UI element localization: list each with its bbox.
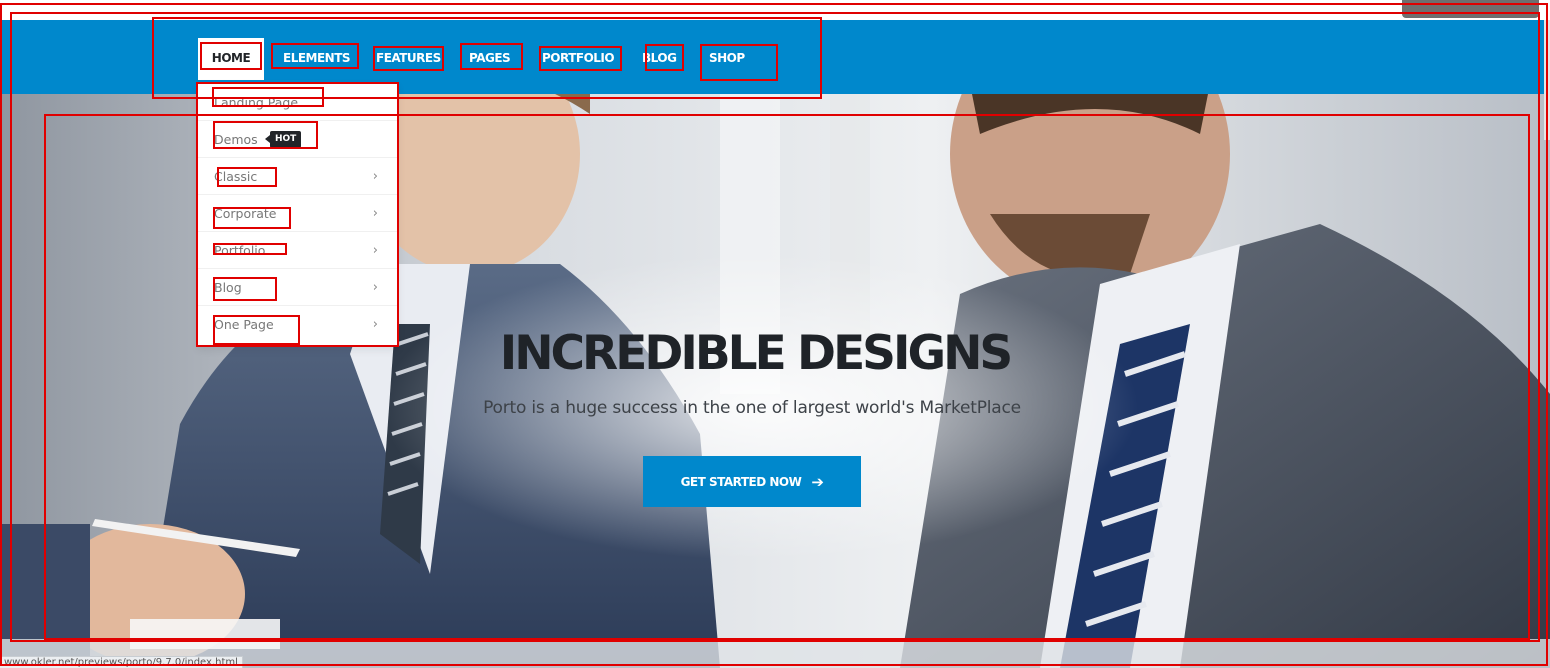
chevron-right-icon: › <box>372 206 378 221</box>
chevron-right-icon: › <box>372 317 378 332</box>
chevron-right-icon: › <box>372 169 378 184</box>
scrollbar[interactable] <box>1544 20 1550 140</box>
hero-subtitle: Porto is a huge success in the one of la… <box>483 398 1021 418</box>
dropdown-item-label: Blog <box>214 280 242 295</box>
nav-item-pages[interactable]: PAGES <box>469 38 511 78</box>
dropdown-item-label: Portfolio <box>214 243 266 258</box>
dropdown-item-label: Demos <box>214 132 258 147</box>
dropdown-item-one-page[interactable]: One Page › <box>198 306 398 343</box>
chevron-right-icon: › <box>372 243 378 258</box>
dropdown-item-classic[interactable]: Classic › <box>198 158 398 195</box>
nav-item-features[interactable]: FEATURES <box>376 38 441 78</box>
get-started-button[interactable]: GET STARTED NOW ➔ <box>643 456 861 507</box>
dropdown-item-portfolio[interactable]: Portfolio › <box>198 232 398 269</box>
dropdown-item-blog[interactable]: Blog › <box>198 269 398 306</box>
nav-item-elements[interactable]: ELEMENTS <box>283 38 351 78</box>
nav-item-home[interactable]: HOME <box>198 38 264 80</box>
dropdown-item-landing-page[interactable]: Landing Page <box>198 84 398 121</box>
arrow-right-icon: ➔ <box>811 472 824 491</box>
hot-badge: HOT <box>264 131 302 148</box>
dropdown-item-demos[interactable]: Demos HOT <box>198 121 398 158</box>
chevron-right-icon: › <box>372 280 378 295</box>
nav-item-blog[interactable]: BLOG <box>642 38 677 78</box>
dropdown-item-label: Corporate <box>214 206 277 221</box>
status-bar-url: www.okler.net/previews/porto/9.7.0/index… <box>0 656 243 668</box>
home-dropdown-menu: Landing Page Demos HOT Classic › Corpora… <box>198 82 398 346</box>
page: HOME ELEMENTS FEATURES PAGES PORTFOLIO B… <box>0 0 1550 668</box>
corner-tab[interactable] <box>1402 0 1539 18</box>
nav-item-shop[interactable]: SHOP <box>709 38 745 78</box>
nav-item-portfolio[interactable]: PORTFOLIO <box>542 38 615 78</box>
dropdown-item-label: Classic <box>214 169 258 184</box>
dropdown-item-label: Landing Page <box>214 95 299 110</box>
dropdown-item-corporate[interactable]: Corporate › <box>198 195 398 232</box>
dropdown-item-label: One Page <box>214 317 274 332</box>
get-started-label: GET STARTED NOW <box>680 474 802 489</box>
